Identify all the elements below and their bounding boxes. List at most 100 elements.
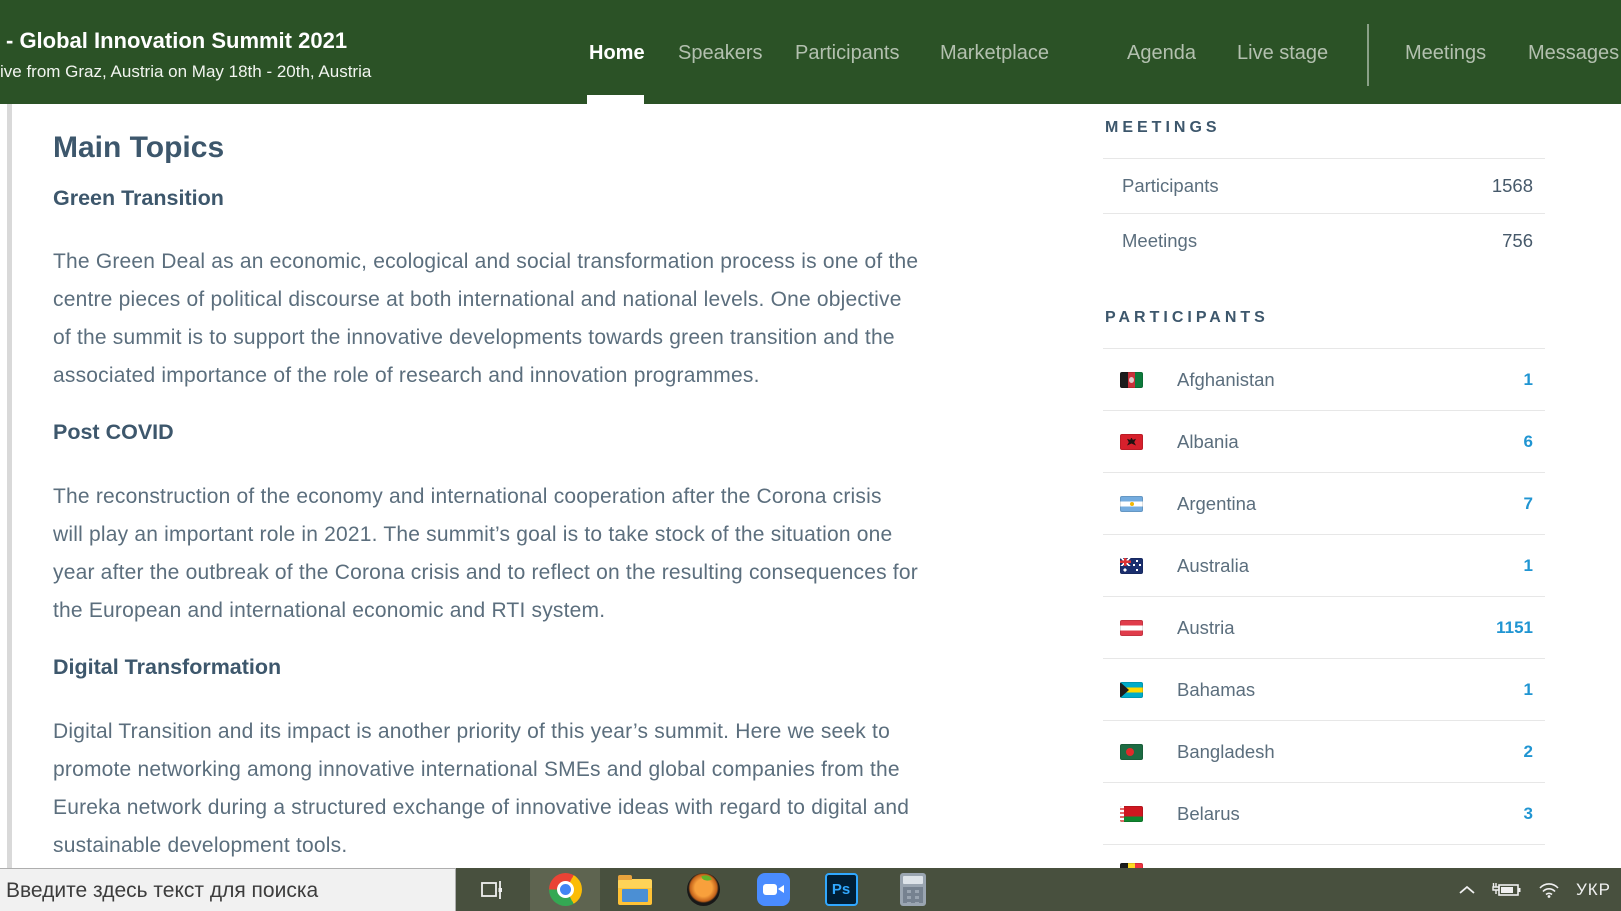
nav-agenda[interactable]: Agenda (1127, 42, 1196, 65)
country-name: Belarus (1177, 802, 1240, 824)
afghanistan-flag-icon (1120, 371, 1143, 388)
country-count: 6 (1523, 431, 1533, 451)
taskbar-search[interactable] (0, 868, 456, 911)
country-name: Austria (1177, 616, 1235, 638)
body-line: sustainable development tools. (53, 834, 348, 857)
country-count: 3 (1523, 803, 1533, 823)
country-count: 7 (1523, 493, 1533, 513)
chrome-icon (548, 873, 582, 906)
wifi-status-button[interactable] (1538, 882, 1560, 898)
zoom-icon (756, 873, 790, 906)
country-row-austria[interactable]: Austria 1151 (1103, 597, 1545, 658)
page-title: Main Topics (53, 131, 225, 164)
albania-flag-icon (1120, 433, 1143, 450)
tray-expand-button[interactable] (1458, 884, 1476, 896)
nav-meetings[interactable]: Meetings (1405, 42, 1486, 65)
country-count: 1 (1523, 679, 1533, 699)
search-input[interactable] (6, 879, 436, 903)
body-line: promote networking among innovative inte… (53, 758, 900, 781)
body-line: the European and international economic … (53, 599, 606, 622)
nav-divider (1367, 24, 1369, 86)
bangladesh-flag-icon (1120, 743, 1143, 760)
nav-active-indicator (587, 95, 644, 104)
system-tray: УКР (1458, 868, 1611, 911)
windows-taskbar: Ps УКР (0, 868, 1621, 911)
stat-label: Meetings (1122, 230, 1198, 251)
stat-value: 1568 (1491, 175, 1533, 196)
wifi-icon (1539, 882, 1559, 898)
body-line: The reconstruction of the economy and in… (53, 485, 882, 508)
participants-section-title: PARTICIPANTS (1105, 309, 1269, 326)
country-row-afghanistan[interactable]: Afghanistan 1 (1103, 349, 1545, 410)
page-left-gutter (7, 104, 12, 868)
country-name: Afghanistan (1177, 368, 1275, 390)
country-name: Bangladesh (1177, 740, 1275, 762)
section-body-green-transition: The Green Deal as an economic, ecologica… (53, 243, 1053, 395)
australia-flag-icon (1120, 557, 1143, 574)
chrome-taskbar-button[interactable] (530, 868, 600, 911)
meetings-section-title: MEETINGS (1105, 119, 1221, 136)
zoom-taskbar-button[interactable] (742, 868, 804, 911)
country-row-australia[interactable]: Australia 1 (1103, 535, 1545, 596)
body-line: will play an important role in 2021. The… (53, 523, 893, 546)
nav-home[interactable]: Home (589, 42, 645, 65)
site-title: - Global Innovation Summit 2021 (6, 28, 348, 53)
country-row-albania[interactable]: Albania 6 (1103, 411, 1545, 472)
country-name: Albania (1177, 430, 1239, 452)
nav-speakers[interactable]: Speakers (678, 42, 763, 65)
belarus-flag-icon (1120, 805, 1143, 822)
stat-value: 756 (1502, 230, 1533, 251)
body-line: of the summit is to support the innovati… (53, 326, 895, 349)
country-name: Bahamas (1177, 678, 1256, 700)
calculator-icon (900, 873, 926, 906)
divider (1103, 844, 1545, 845)
task-view-icon (481, 880, 502, 899)
country-count: 1 (1523, 369, 1533, 389)
body-line: Digital Transition and its impact is ano… (53, 720, 890, 743)
file-explorer-taskbar-button[interactable] (604, 868, 666, 911)
section-title-post-covid: Post COVID (53, 420, 174, 444)
austria-flag-icon (1120, 619, 1143, 636)
section-body-post-covid: The reconstruction of the economy and in… (53, 478, 1053, 630)
argentina-flag-icon (1120, 495, 1143, 512)
bahamas-flag-icon (1120, 681, 1143, 698)
country-row-argentina[interactable]: Argentina 7 (1103, 473, 1545, 534)
country-row-bangladesh[interactable]: Bangladesh 2 (1103, 721, 1545, 782)
country-count: 2 (1523, 741, 1533, 761)
language-indicator[interactable]: УКР (1576, 880, 1611, 900)
stat-row-participants[interactable]: Participants 1568 (1103, 159, 1545, 213)
photoshop-icon: Ps (824, 873, 858, 906)
chevron-up-icon (1459, 885, 1475, 894)
section-title-green-transition: Green Transition (53, 186, 224, 210)
body-line: The Green Deal as an economic, ecologica… (53, 250, 919, 273)
body-line: associated importance of the role of res… (53, 364, 760, 387)
fl-studio-icon (686, 873, 720, 906)
nav-messages[interactable]: Messages (1528, 42, 1619, 65)
battery-charging-icon (1492, 882, 1521, 896)
nav-participants[interactable]: Participants (795, 42, 900, 65)
country-row-belarus[interactable]: Belarus 3 (1103, 783, 1545, 844)
section-title-digital-transformation: Digital Transformation (53, 655, 282, 679)
task-view-button[interactable] (462, 868, 524, 911)
country-count: 1 (1523, 555, 1533, 575)
photoshop-taskbar-button[interactable]: Ps (810, 868, 872, 911)
country-row-bahamas[interactable]: Bahamas 1 (1103, 659, 1545, 720)
country-count: 1151 (1496, 617, 1533, 637)
body-line: centre pieces of political discourse at … (53, 288, 902, 311)
file-explorer-icon (618, 874, 652, 905)
calculator-taskbar-button[interactable] (882, 868, 944, 911)
stat-row-meetings[interactable]: Meetings 756 (1103, 214, 1545, 268)
right-sidebar: MEETINGS Participants 1568 Meetings 756 … (1103, 119, 1545, 845)
body-line: year after the outbreak of the Corona cr… (53, 561, 918, 584)
battery-status-button[interactable] (1492, 882, 1522, 898)
country-name: Australia (1177, 554, 1249, 576)
nav-live-stage[interactable]: Live stage (1237, 42, 1328, 65)
section-body-digital-transformation: Digital Transition and its impact is ano… (53, 713, 1053, 865)
site-subtitle: ive from Graz, Austria on May 18th - 20t… (0, 62, 372, 81)
fl-studio-taskbar-button[interactable] (672, 868, 734, 911)
stat-label: Participants (1122, 175, 1219, 196)
nav-marketplace[interactable]: Marketplace (940, 42, 1049, 65)
body-line: Eureka network during a structured excha… (53, 796, 910, 819)
site-header: - Global Innovation Summit 2021 ive from… (0, 0, 1621, 104)
